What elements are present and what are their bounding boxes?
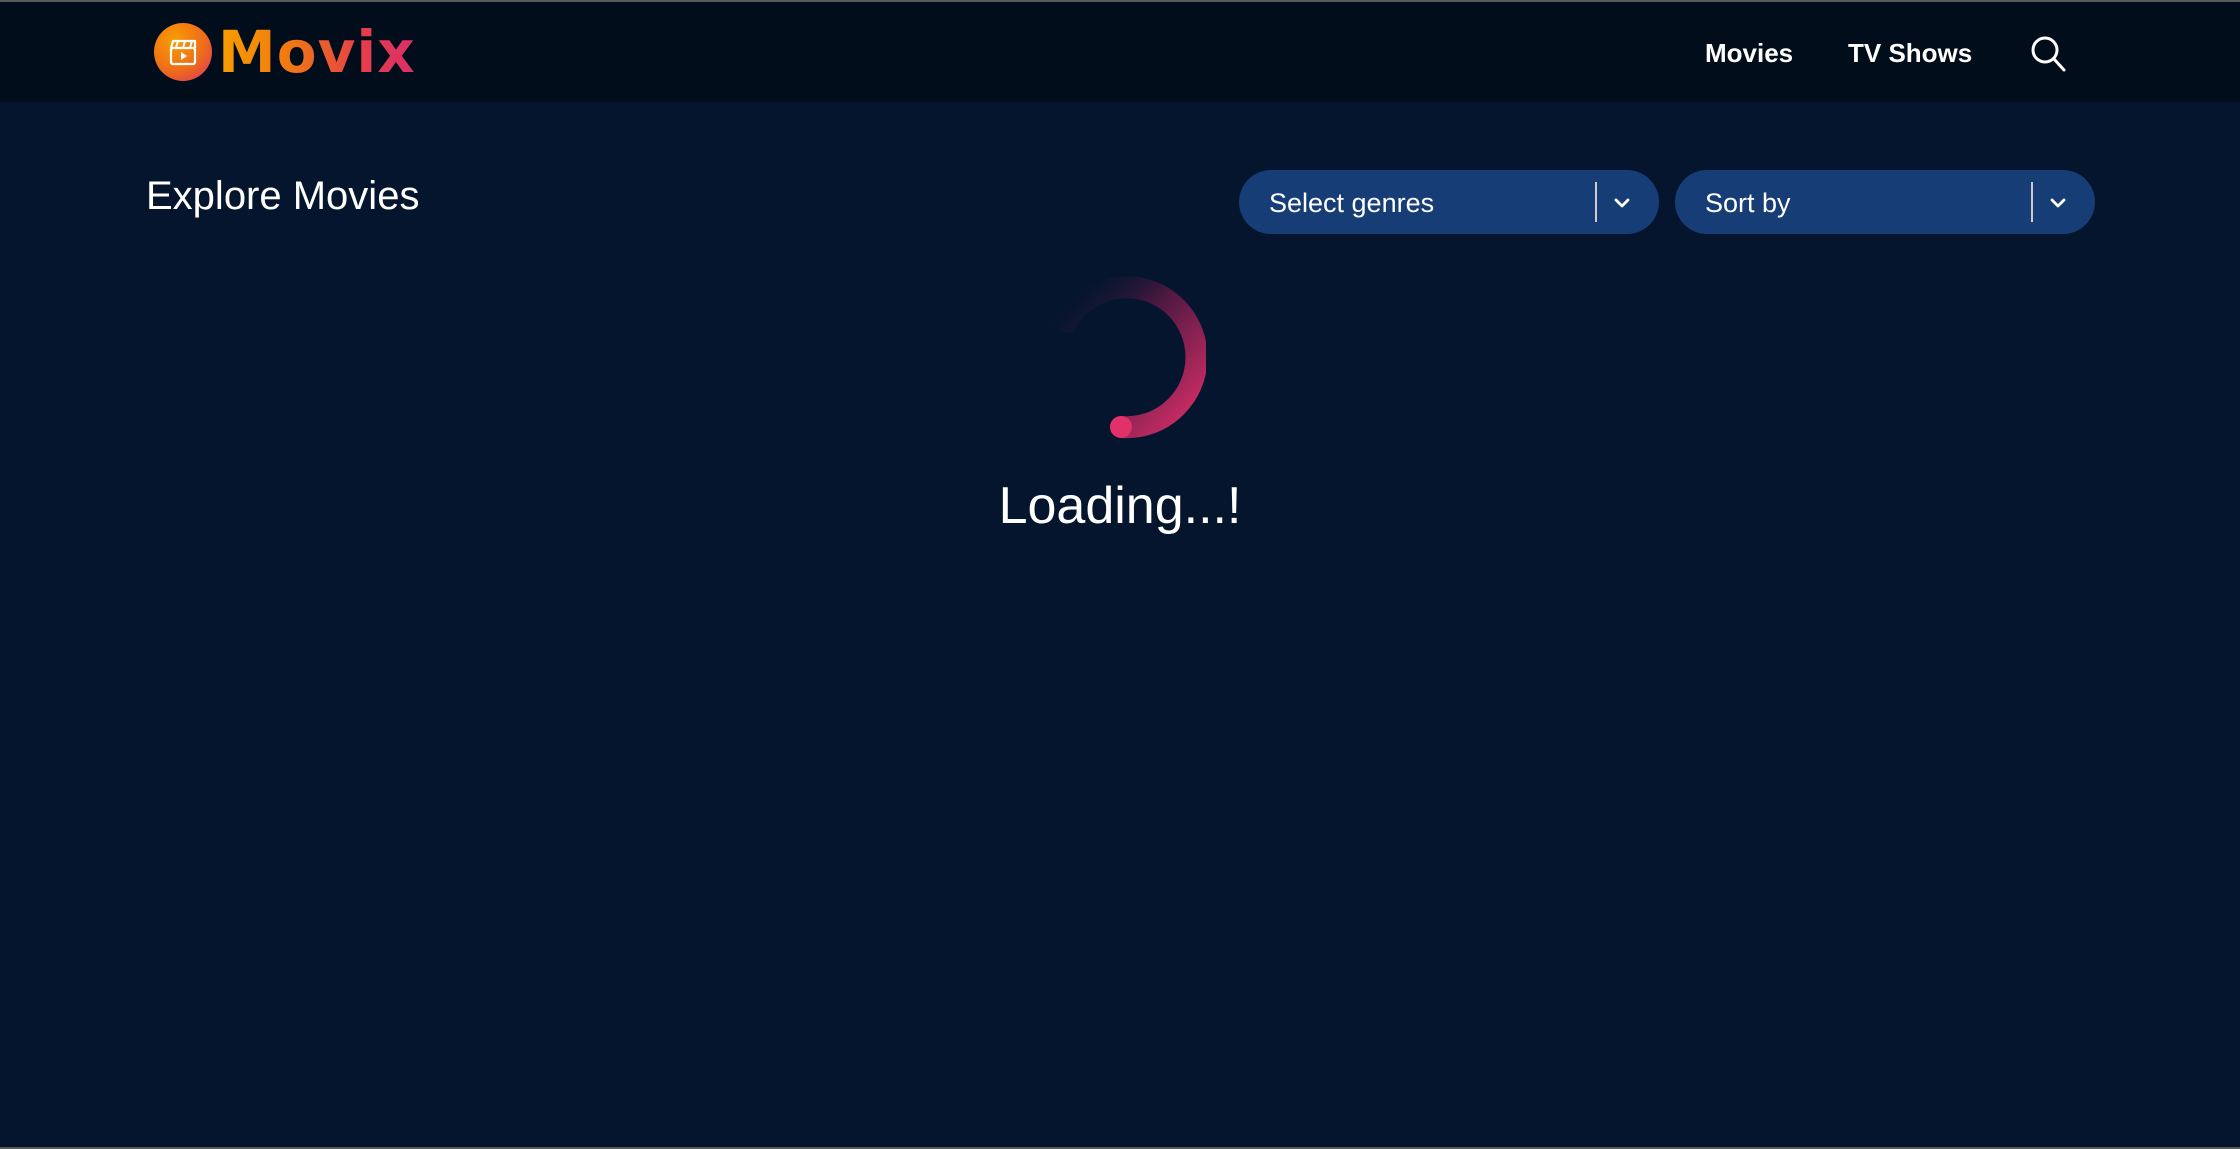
page-title: Explore Movies [146, 174, 420, 218]
genres-select[interactable]: Select genres [1239, 170, 1659, 234]
search-icon [2031, 36, 2066, 72]
nav-link-tv-shows[interactable]: TV Shows [1848, 38, 1972, 69]
brand-logo[interactable]: Movix [154, 22, 416, 82]
search-button[interactable] [2028, 34, 2068, 74]
sort-select-placeholder: Sort by [1705, 188, 1791, 218]
select-separator [1595, 182, 1597, 222]
site-header: Movix Movies TV Shows [0, 2, 2240, 102]
select-separator [2031, 182, 2033, 222]
nav-link-movies[interactable]: Movies [1705, 38, 1793, 69]
clapperboard-icon [154, 23, 212, 81]
chevron-down-icon[interactable] [2047, 192, 2069, 214]
chevron-down-icon[interactable] [1611, 192, 1633, 214]
brand-name: Movix [218, 18, 416, 86]
spinner-icon [1055, 276, 1206, 439]
genres-select-placeholder: Select genres [1269, 188, 1435, 218]
sort-select[interactable]: Sort by [1675, 170, 2095, 234]
loading-text: Loading...! [998, 477, 1242, 535]
